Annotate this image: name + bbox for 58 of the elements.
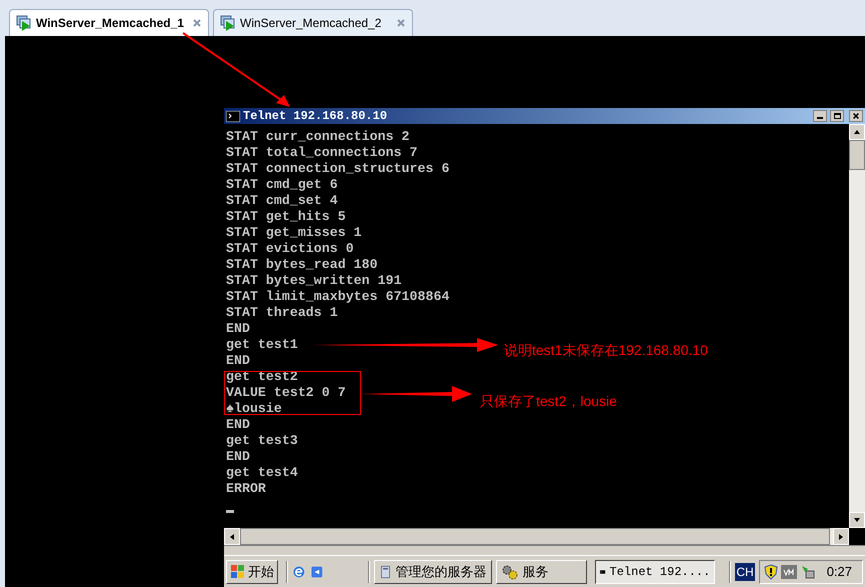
- restore-button[interactable]: [830, 110, 844, 122]
- vm-tab[interactable]: WinServer_Memcached_2: [213, 9, 413, 36]
- console-line: STAT bytes_written 191: [226, 273, 402, 289]
- console-line: STAT get_hits 5: [226, 209, 346, 225]
- start-button[interactable]: 开始: [226, 560, 278, 584]
- annotation-text: 说明test1未保存在192.168.80.10: [504, 341, 708, 360]
- console-line: STAT connection_structures 6: [226, 161, 450, 177]
- console-line: STAT threads 1: [226, 305, 338, 321]
- console-line: ♠lousie: [226, 401, 282, 417]
- scroll-left-button[interactable]: [224, 528, 240, 545]
- text-cursor: [226, 510, 234, 513]
- taskbar-button[interactable]: Telnet 192....: [595, 560, 716, 584]
- vm-play-icon: [16, 15, 32, 31]
- windows-logo-icon: [230, 564, 246, 580]
- network-icon[interactable]: [800, 564, 816, 580]
- console-line: END: [226, 321, 250, 337]
- console-line: STAT cmd_set 4: [226, 193, 338, 209]
- close-icon[interactable]: [852, 112, 860, 120]
- input-language-indicator[interactable]: CH: [735, 562, 755, 580]
- console-line: END: [226, 417, 250, 433]
- arrow-icon: [853, 128, 861, 136]
- console-line: STAT curr_connections 2: [226, 129, 410, 145]
- vertical-scrollbar[interactable]: [849, 124, 865, 528]
- minimize-button[interactable]: [813, 110, 827, 122]
- clock: 0:27: [826, 562, 852, 581]
- scroll-down-button[interactable]: [849, 512, 865, 528]
- close-button[interactable]: [849, 110, 863, 122]
- console-line: get test3: [226, 433, 298, 449]
- scroll-thumb[interactable]: [849, 140, 865, 170]
- arrow-icon: [853, 516, 861, 524]
- console-line: ERROR: [226, 481, 266, 497]
- console-line: STAT bytes_read 180: [226, 257, 378, 273]
- console-icon: [226, 110, 240, 122]
- annotation-text: 只保存了test2，lousie: [480, 392, 617, 411]
- arrow-icon: [837, 532, 845, 540]
- gears-icon: [500, 564, 519, 580]
- console-line: STAT limit_maxbytes 67108864: [226, 289, 450, 305]
- console-line: END: [226, 449, 250, 465]
- scroll-up-button[interactable]: [849, 124, 865, 140]
- vm-tab[interactable]: WinServer_Memcached_1: [9, 9, 209, 36]
- window-title: Telnet 192.168.80.10: [243, 108, 388, 125]
- console-line: get test2: [226, 369, 298, 385]
- console-line: STAT total_connections 7: [226, 145, 418, 161]
- console-line: STAT get_misses 1: [226, 225, 362, 241]
- shield-icon[interactable]: [764, 564, 778, 580]
- taskbar-button[interactable]: 管理您的服务器: [374, 560, 492, 584]
- arrow-icon: [228, 532, 236, 540]
- server-icon: [378, 564, 392, 580]
- vm-play-icon: [220, 15, 236, 31]
- console-line: STAT cmd_get 6: [226, 177, 338, 193]
- taskbar-button[interactable]: 服务: [496, 560, 588, 584]
- console-line: get test4: [226, 465, 298, 481]
- console-line: VALUE test2 0 7: [226, 385, 346, 401]
- console-line: get test1: [226, 337, 298, 353]
- console-line: END: [226, 353, 250, 369]
- scroll-right-button[interactable]: [833, 528, 849, 545]
- vm-icon[interactable]: [780, 564, 797, 578]
- console-line: STAT evictions 0: [226, 241, 354, 257]
